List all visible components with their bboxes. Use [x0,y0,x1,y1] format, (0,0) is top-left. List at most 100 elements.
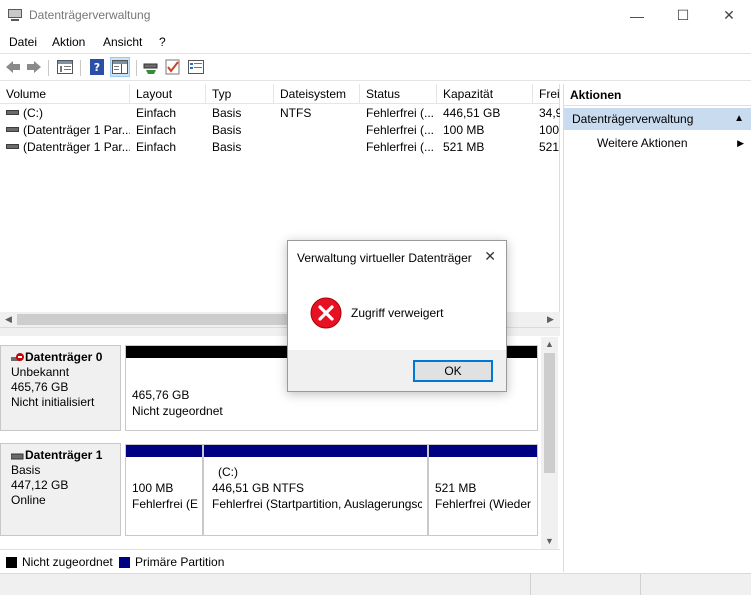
checklist-icon[interactable] [164,58,182,76]
volume-capacity: 446,51 GB [443,106,501,120]
disk-type: Basis [11,463,41,477]
partition-size: 100 MB [132,481,174,495]
legend-swatch [119,556,130,568]
drive-icon [6,127,19,133]
column-volume[interactable]: Volume [0,84,130,104]
legend-unallocated: Nicht zugeordnet [6,555,113,569]
disk-icon [11,453,24,459]
partition-c[interactable]: (C:) 446,51 GB NTFS Fehlerfrei (Startpar… [203,444,428,536]
volume-name: (C:) [23,106,43,120]
volume-layout: Einfach [136,123,177,137]
column-layout[interactable]: Layout [130,84,206,104]
volume-free: 521 [539,140,560,154]
partition-status: Fehlerfrei (Wieder [435,497,532,511]
menu-aktion[interactable]: Aktion [52,35,85,49]
legend-swatch [6,556,17,568]
scroll-up-icon[interactable]: ▲ [541,337,558,352]
menu-ansicht[interactable]: Ansicht [103,35,142,49]
partition-system[interactable]: 100 MB Fehlerfrei (E [125,444,203,536]
volume-capacity: 521 MB [443,140,485,154]
disk-0-label[interactable]: Datenträger 0 Unbekannt 465,76 GB Nicht … [0,345,121,431]
collapse-icon[interactable]: ▲ [734,108,744,130]
toolbar: ? [0,53,751,81]
legend: Nicht zugeordnet Primäre Partition [0,549,560,571]
column-frei[interactable]: Frei [533,84,560,104]
menu-help[interactable]: ? [159,35,166,49]
partition-bar [429,445,537,457]
disk-name: Datenträger 0 [25,350,103,364]
more-actions-label: Weitere Aktionen [597,136,688,150]
scroll-right-icon[interactable]: ▶ [542,312,559,327]
disk-size: 447,12 GB [11,478,69,492]
drive-icon [6,144,19,150]
volume-free: 100 [539,123,560,137]
title-bar: Datenträgerverwaltung — ☐ ✕ [0,0,751,31]
column-dateisystem[interactable]: Dateisystem [274,84,360,104]
partition-recovery[interactable]: 521 MB Fehlerfrei (Wieder [428,444,538,536]
disk-1-label[interactable]: Datenträger 1 Basis 447,12 GB Online [0,443,121,536]
column-kapazitaet[interactable]: Kapazität [437,84,533,104]
volume-status: Fehlerfrei (... [366,140,435,154]
volume-row[interactable]: (Datenträger 1 Par... Einfach Basis Fehl… [0,139,560,156]
legend-label: Primäre Partition [135,555,225,569]
dialog-title: Verwaltung virtueller Datenträger [297,251,472,265]
column-status[interactable]: Status [360,84,437,104]
disk-size: 465,76 GB [11,380,69,394]
ok-button[interactable]: OK [413,360,493,382]
forward-icon[interactable] [25,58,43,76]
dialog-close-icon[interactable]: ✕ [484,248,496,265]
volume-capacity: 100 MB [443,123,485,137]
volume-row[interactable]: (Datenträger 1 Par... Einfach Basis Fehl… [0,122,560,139]
minimize-button[interactable]: — [614,0,660,31]
maximize-button[interactable]: ☐ [660,0,706,31]
volume-free: 34,9 [539,106,560,120]
volume-name: (Datenträger 1 Par... [23,140,130,154]
partition-status: Nicht zugeordnet [132,404,223,418]
partition-bar [204,445,427,457]
volume-filesystem [274,122,360,139]
show-pane-icon[interactable] [110,57,130,77]
more-actions-item[interactable]: Weitere Aktionen ▶ [564,132,751,154]
submenu-arrow-icon: ▶ [737,138,744,148]
partition-size: 446,51 GB NTFS [212,481,305,495]
volume-type: Basis [212,140,242,154]
scroll-left-icon[interactable]: ◀ [0,312,17,327]
volume-filesystem [274,139,360,156]
close-button[interactable]: ✕ [706,0,751,31]
vertical-scrollbar[interactable]: ▲ ▼ [541,337,558,549]
menu-datei[interactable]: Datei [9,35,37,49]
volume-layout: Einfach [136,140,177,154]
drive-icon [6,110,19,116]
volume-filesystem: NTFS [280,106,312,120]
disk-error-icon [11,352,24,361]
disk-type: Unbekannt [11,365,70,379]
partition-label: (C:) [218,465,238,479]
window-title: Datenträgerverwaltung [29,8,151,22]
legend-label: Nicht zugeordnet [22,555,113,569]
volume-type: Basis [212,123,242,137]
status-bar [0,573,751,595]
console-tree-icon[interactable] [56,58,74,76]
properties-icon[interactable] [187,58,205,76]
partition-size: 465,76 GB [132,388,190,402]
scroll-down-icon[interactable]: ▼ [541,534,558,549]
actions-section-disk-management[interactable]: Datenträgerverwaltung ▲ [564,108,751,130]
volume-list-header: Volume Layout Typ Dateisystem Status Kap… [0,84,560,104]
error-dialog: Verwaltung virtueller Datenträger ✕ Zugr… [287,240,507,392]
dialog-message: Zugriff verweigert [351,306,444,320]
back-icon[interactable] [4,58,22,76]
svg-text:?: ? [94,61,100,74]
volume-name: (Datenträger 1 Par... [23,123,130,137]
disk-management-icon [8,9,22,21]
actions-header: Aktionen [564,84,751,106]
volume-status: Fehlerfrei (... [366,106,435,120]
volume-row[interactable]: (C:) Einfach Basis NTFS Fehlerfrei (... … [0,105,560,122]
scrollbar-thumb[interactable] [544,353,555,473]
connect-disk-icon[interactable] [142,58,160,76]
legend-primary: Primäre Partition [119,555,224,569]
actions-section-label: Datenträgerverwaltung [572,112,694,126]
column-typ[interactable]: Typ [206,84,274,104]
partition-size: 521 MB [435,481,477,495]
help-icon[interactable]: ? [88,58,106,76]
disk-name: Datenträger 1 [25,448,103,462]
